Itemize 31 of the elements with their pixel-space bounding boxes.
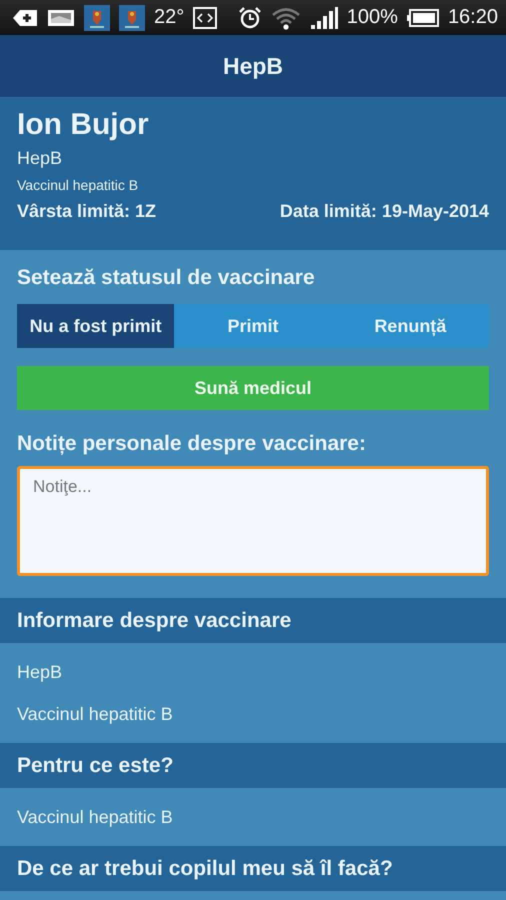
section-title: Informare despre vaccinare	[17, 609, 292, 632]
status-option[interactable]: Primit	[174, 304, 332, 348]
clock: 16:20	[448, 6, 498, 29]
notes-field[interactable]: Notiţe...	[17, 466, 489, 576]
emblem-icon	[84, 4, 110, 30]
status-option[interactable]: Nu a fost primit	[17, 304, 174, 348]
emblem-icon	[119, 4, 145, 30]
section-title: Pentru ce este?	[17, 754, 174, 777]
date-limit: Data limită: 19-May-2014	[280, 201, 489, 222]
status-option[interactable]: Renunță	[332, 304, 489, 348]
signal-icon	[310, 6, 338, 28]
vaccine-code: HepB	[17, 148, 64, 169]
image-icon	[47, 8, 75, 28]
patient-name: Ion Bujor	[17, 108, 150, 142]
info-text: HepB	[17, 661, 64, 684]
battery-percentage: 100%	[346, 6, 398, 29]
section-title: De ce ar trebui copilul meu să îl facă?	[17, 857, 393, 880]
notes-label: Notițe personale despre vaccinare:	[17, 432, 367, 456]
temperature: 22°	[154, 6, 184, 29]
vaccine-description: Vaccinul hepatitic B	[17, 177, 140, 193]
call-doctor-button[interactable]: Sună medicul	[17, 366, 489, 410]
section-title: Setează statusul de vaccinare	[17, 266, 316, 290]
battery-icon	[406, 8, 439, 26]
info-text: Vaccinul hepatitic B	[17, 806, 174, 829]
age-limit: Vârsta limită: 1Z	[17, 201, 156, 222]
app-title: HepB	[222, 52, 284, 80]
info-text: Vaccinul hepatitic B	[17, 703, 174, 726]
alarm-clock-icon	[238, 6, 262, 30]
code-icon	[193, 6, 218, 28]
wifi-icon	[270, 6, 301, 30]
tag-plus-icon	[12, 8, 38, 28]
